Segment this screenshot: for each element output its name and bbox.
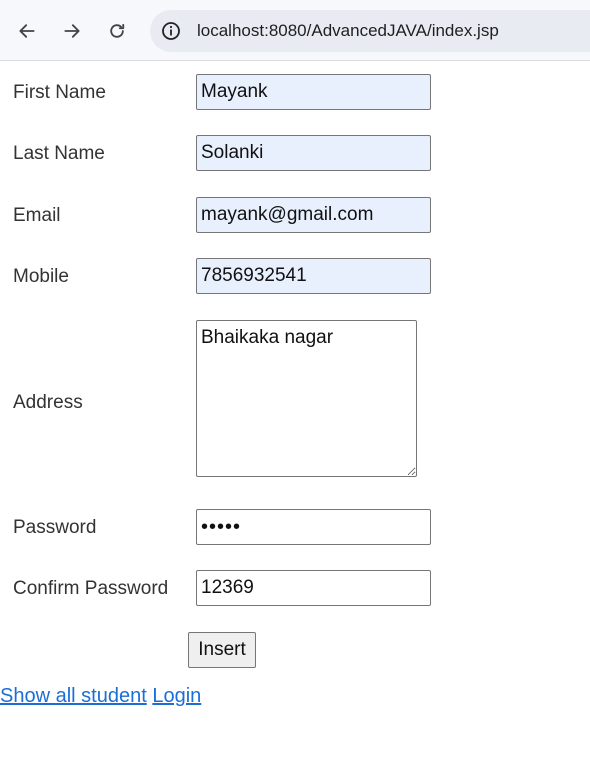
- show-all-student-link[interactable]: Show all student: [0, 685, 147, 707]
- url-text: localhost:8080/AdvancedJAVA/index.jsp: [197, 21, 499, 40]
- email-input[interactable]: [196, 197, 431, 233]
- login-link[interactable]: Login: [152, 685, 201, 707]
- address-textarea[interactable]: Bhaikaka nagar: [196, 320, 417, 477]
- browser-toolbar: localhost:8080/AdvancedJAVA/index.jsp: [0, 0, 590, 61]
- forward-arrow-icon: [64, 24, 80, 38]
- confirm-password-label: Confirm Password: [13, 578, 169, 599]
- reload-button[interactable]: [100, 14, 134, 48]
- address-bar[interactable]: localhost:8080/AdvancedJAVA/index.jsp: [150, 10, 590, 52]
- back-arrow-icon: [19, 24, 35, 38]
- back-button[interactable]: [10, 14, 44, 48]
- email-label: Email: [13, 205, 61, 226]
- last-name-input[interactable]: [196, 135, 431, 171]
- reload-icon: [110, 23, 125, 38]
- password-label: Password: [13, 517, 97, 538]
- insert-button[interactable]: Insert: [188, 632, 256, 668]
- address-label: Address: [13, 392, 83, 413]
- confirm-password-input[interactable]: [196, 570, 431, 606]
- mobile-label: Mobile: [13, 266, 69, 287]
- site-info-icon[interactable]: [161, 21, 181, 41]
- forward-button[interactable]: [55, 14, 89, 48]
- footer-links: Show all student Login: [0, 685, 201, 708]
- last-name-label: Last Name: [13, 143, 105, 164]
- first-name-input[interactable]: [196, 74, 431, 110]
- first-name-label: First Name: [13, 82, 106, 103]
- mobile-input[interactable]: [196, 258, 431, 294]
- password-input[interactable]: [196, 509, 431, 545]
